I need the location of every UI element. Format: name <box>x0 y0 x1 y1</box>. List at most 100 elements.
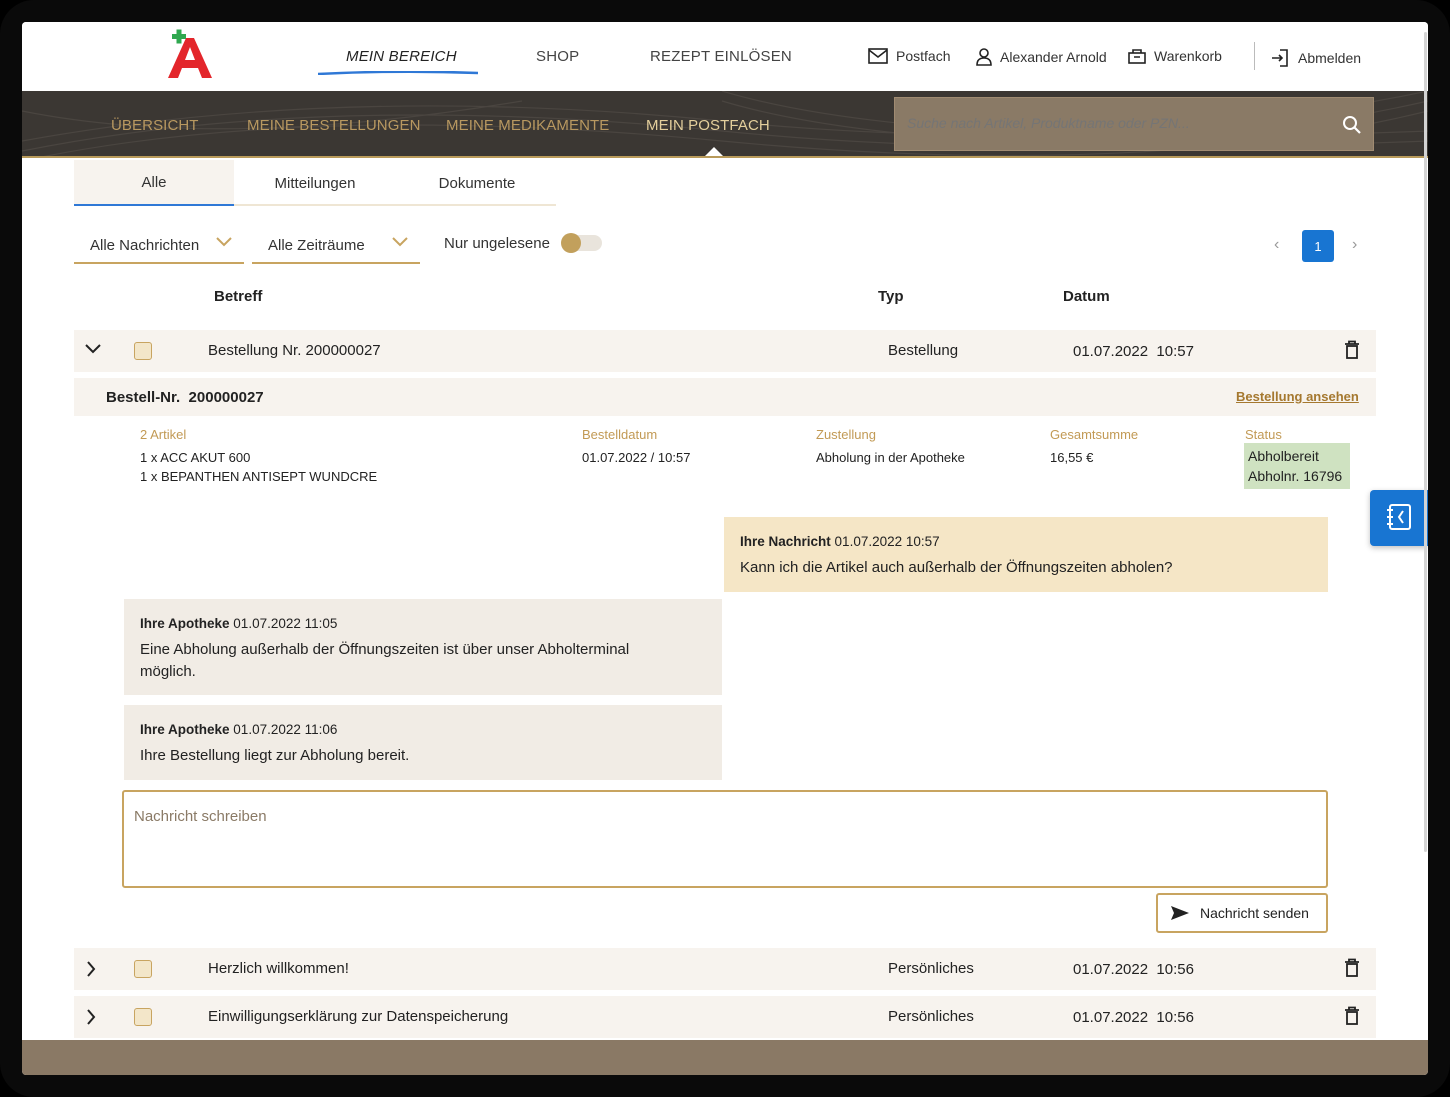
nav-mein-bereich[interactable]: MEIN BEREICH <box>346 48 457 65</box>
article-line: 1 x ACC AKUT 600 <box>140 450 251 465</box>
compose-box <box>122 790 1328 888</box>
message-outgoing: Ihre Nachricht 01.07.2022 10:57 Kann ich… <box>724 517 1328 592</box>
column-header-subject: Betreff <box>214 288 263 305</box>
row-type: Persönliches <box>888 960 974 977</box>
tab-mitteilungen[interactable]: Mitteilungen <box>250 160 380 206</box>
column-header-type: Typ <box>878 288 904 305</box>
row-date: 01.07.2022 10:56 <box>1073 1009 1194 1026</box>
message-filter-dropdown[interactable]: Alle Nachrichten <box>74 228 244 264</box>
chevron-down-icon[interactable] <box>84 342 102 356</box>
order-detail-header: Bestell-Nr. 200000027 Bestellung ansehen <box>74 378 1376 416</box>
chevron-right-icon[interactable] <box>84 1008 98 1026</box>
row-date-time: 10:56 <box>1156 961 1194 978</box>
postfach-label: Postfach <box>896 48 951 64</box>
subnav-band: ÜBERSICHT MEINE BESTELLUNGEN MEINE MEDIK… <box>22 91 1428 158</box>
order-number: Bestell-Nr. 200000027 <box>106 389 264 406</box>
row-subject: Einwilligungserklärung zur Datenspeicher… <box>208 1008 509 1025</box>
trash-icon[interactable] <box>1344 1006 1360 1026</box>
view-order-link[interactable]: Bestellung ansehen <box>1236 389 1359 404</box>
send-icon <box>1171 906 1189 920</box>
tab-alle[interactable]: Alle <box>74 160 234 206</box>
message-text: Kann ich die Artikel auch außerhalb der … <box>740 559 1173 576</box>
header-divider <box>1254 42 1255 70</box>
message-textarea[interactable] <box>134 808 1314 868</box>
row-checkbox[interactable] <box>134 1008 152 1026</box>
page-1-button[interactable]: 1 <box>1302 230 1334 262</box>
total-value: 16,55 € <box>1050 450 1094 465</box>
tab-dokumente[interactable]: Dokumente <box>412 160 542 206</box>
row-checkbox[interactable] <box>134 342 152 360</box>
message-author: Ihre Apotheke <box>140 722 230 737</box>
message-meta: Ihre Apotheke 01.07.2022 11:05 <box>140 613 706 635</box>
row-date: 01.07.2022 10:57 <box>1073 343 1194 360</box>
orderdate-label: Bestelldatum <box>582 427 658 442</box>
order-number-label: Bestell-Nr. <box>106 389 181 406</box>
nav-rezept-einloesen[interactable]: REZEPT EINLÖSEN <box>650 48 792 65</box>
row-subject: Herzlich willkommen! <box>208 960 349 977</box>
subnav-meine-bestellungen[interactable]: MEINE BESTELLUNGEN <box>247 117 421 134</box>
logout-link[interactable]: Abmelden <box>1270 48 1361 68</box>
nav-shop[interactable]: SHOP <box>536 48 579 65</box>
table-row[interactable]: Bestellung Nr. 200000027 Bestellung 01.0… <box>74 330 1376 372</box>
search-box <box>894 97 1374 151</box>
cart-label: Warenkorb <box>1154 48 1222 64</box>
row-date-day: 01.07.2022 <box>1073 1009 1149 1026</box>
chevron-down-icon <box>392 237 408 247</box>
chevron-down-icon <box>216 237 232 247</box>
chevron-right-icon[interactable]: › <box>1352 236 1357 254</box>
user-name: Alexander Arnold <box>1000 49 1107 65</box>
search-input[interactable] <box>907 115 1327 131</box>
row-date-day: 01.07.2022 <box>1073 961 1149 978</box>
row-date-time: 10:57 <box>1156 343 1194 360</box>
message-author: Ihre Apotheke <box>140 616 230 631</box>
logout-icon <box>1272 49 1288 67</box>
cart-link[interactable]: Warenkorb <box>1128 48 1222 64</box>
message-incoming: Ihre Apotheke 01.07.2022 11:05 Eine Abho… <box>124 599 722 695</box>
articles-label: 2 Artikel <box>140 427 187 442</box>
chevron-right-icon[interactable] <box>84 960 98 978</box>
subnav-uebersicht[interactable]: ÜBERSICHT <box>111 117 199 134</box>
trash-icon[interactable] <box>1344 958 1360 978</box>
user-icon <box>976 48 992 66</box>
delivery-value: Abholung in der Apotheke <box>816 450 965 465</box>
send-label: Nachricht senden <box>1200 905 1309 921</box>
active-indicator <box>704 147 724 156</box>
device-frame: MEIN BEREICH SHOP REZEPT EINLÖSEN Postfa… <box>0 0 1450 1097</box>
row-date-day: 01.07.2022 <box>1073 343 1149 360</box>
period-filter-value: Alle Zeiträume <box>268 236 365 254</box>
trash-icon[interactable] <box>1344 340 1360 360</box>
row-date: 01.07.2022 10:56 <box>1073 961 1194 978</box>
column-header-date: Datum <box>1063 288 1110 305</box>
chevron-left-icon[interactable]: ‹ <box>1274 236 1279 254</box>
total-label: Gesamtsumme <box>1050 427 1139 442</box>
row-type: Bestellung <box>888 342 959 359</box>
table-row[interactable]: Einwilligungserklärung zur Datenspeicher… <box>74 996 1376 1038</box>
row-type: Persönliches <box>888 1008 974 1025</box>
toggle-knob <box>561 233 581 253</box>
delivery-label: Zustellung <box>816 427 876 442</box>
row-subject: Bestellung Nr. 200000027 <box>208 342 381 359</box>
order-number-value: 200000027 <box>188 389 264 406</box>
subnav-mein-postfach[interactable]: MEIN POSTFACH <box>646 117 770 134</box>
message-filter-value: Alle Nachrichten <box>90 236 200 254</box>
postfach-link[interactable]: Postfach <box>868 48 950 64</box>
subnav-meine-medikamente[interactable]: MEINE MEDIKAMENTE <box>446 117 609 134</box>
message-text: Ihre Bestellung liegt zur Abholung berei… <box>140 747 410 764</box>
nav-active-underline <box>318 71 478 75</box>
apotheke-logo[interactable] <box>164 28 216 80</box>
row-checkbox[interactable] <box>134 960 152 978</box>
search-icon[interactable] <box>1342 115 1362 135</box>
user-account-link[interactable]: Alexander Arnold <box>976 48 1107 66</box>
unread-toggle[interactable] <box>561 233 602 253</box>
table-row[interactable]: Herzlich willkommen! Persönliches 01.07.… <box>74 948 1376 990</box>
side-panel-button[interactable] <box>1370 490 1428 546</box>
scrollbar[interactable] <box>1424 32 1427 852</box>
row-date-time: 10:56 <box>1156 1009 1194 1026</box>
browser-viewport: MEIN BEREICH SHOP REZEPT EINLÖSEN Postfa… <box>22 22 1428 1075</box>
message-timestamp: 01.07.2022 11:05 <box>233 616 338 631</box>
message-text: Eine Abholung außerhalb der Öffnungszeit… <box>140 641 630 680</box>
period-filter-dropdown[interactable]: Alle Zeiträume <box>252 228 420 264</box>
send-message-button[interactable]: Nachricht senden <box>1156 893 1328 933</box>
message-timestamp: 01.07.2022 11:06 <box>233 722 338 737</box>
page-footer <box>22 1040 1428 1075</box>
